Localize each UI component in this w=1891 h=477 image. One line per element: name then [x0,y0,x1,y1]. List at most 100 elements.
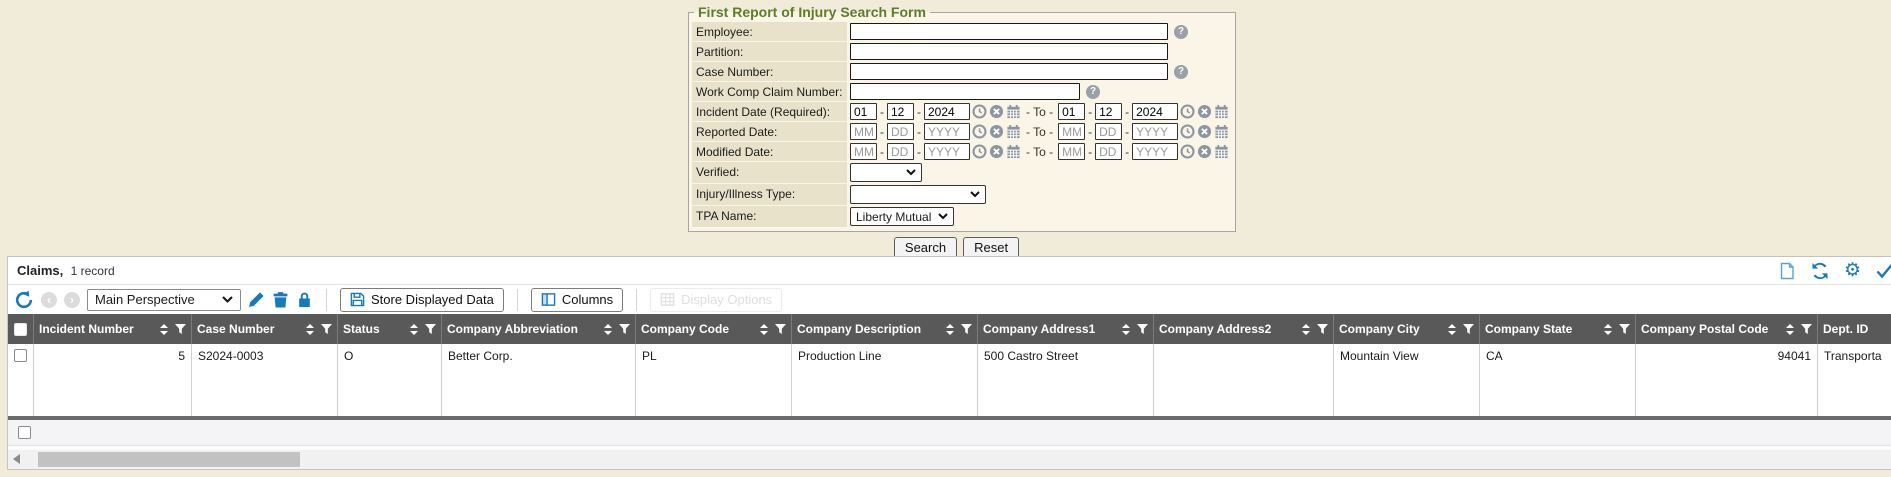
calendar-icon[interactable] [1006,144,1021,159]
help-icon[interactable]: ? [1174,25,1188,39]
work-comp-input[interactable] [850,83,1080,100]
partition-input[interactable] [850,43,1168,60]
prev-page-icon[interactable]: ‹ [41,292,57,308]
perspective-select[interactable]: Main Perspective [87,289,241,311]
claims-title-text: Claims, [17,263,63,278]
store-displayed-data-button[interactable]: Store Displayed Data [340,288,504,312]
claims-toolbar: ‹ › Main Perspective Store Displayed Dat… [8,285,1891,314]
filter-funnel-icon[interactable] [1317,324,1328,334]
help-icon[interactable]: ? [1086,85,1100,99]
help-icon[interactable]: ? [1174,65,1188,79]
modified-to-year-input[interactable] [1132,143,1178,160]
lock-icon[interactable] [296,291,313,308]
tpa-select[interactable]: Liberty Mutual [850,207,954,226]
filter-funnel-icon[interactable] [961,324,972,334]
sort-icon[interactable] [945,324,955,335]
columns-button[interactable]: Columns [531,288,623,312]
reported-from-day-input[interactable] [887,123,914,140]
sort-icon[interactable] [409,324,419,335]
clock-icon[interactable] [972,124,987,139]
modified-to-month-input[interactable] [1058,143,1085,160]
filter-funnel-icon[interactable] [1619,324,1630,334]
filter-funnel-icon[interactable] [775,324,786,334]
scroll-left-arrow-icon[interactable] [13,454,20,464]
chevron-down-icon [906,169,916,176]
perspective-select-value: Main Perspective [95,292,195,307]
clear-date-icon[interactable] [1197,124,1212,139]
filter-funnel-icon[interactable] [175,324,186,334]
incident-to-year-input[interactable] [1132,103,1178,120]
clear-date-icon[interactable] [989,144,1004,159]
injury-type-select[interactable] [850,185,986,204]
columns-icon [541,292,556,307]
clock-icon[interactable] [1180,144,1195,159]
clear-date-icon[interactable] [989,124,1004,139]
delete-trash-icon[interactable] [272,291,289,308]
clear-date-icon[interactable] [1197,104,1212,119]
reported-to-year-input[interactable] [1132,123,1178,140]
check-icon[interactable] [1876,262,1891,280]
cell-company-abbreviation: Better Corp. [442,344,636,416]
case-number-input[interactable] [850,63,1168,80]
filter-funnel-icon[interactable] [425,324,436,334]
clock-icon[interactable] [972,104,987,119]
filter-funnel-icon[interactable] [1463,324,1474,334]
incident-from-year-input[interactable] [924,103,970,120]
reported-to-day-input[interactable] [1095,123,1122,140]
gear-icon[interactable]: ⚙ [1844,262,1861,280]
clear-date-icon[interactable] [1197,144,1212,159]
reported-from-year-input[interactable] [924,123,970,140]
incident-date-label: Incident Date (Required): [692,102,847,121]
to-separator: - To - [1023,125,1056,139]
clock-icon[interactable] [1180,124,1195,139]
clock-icon[interactable] [972,144,987,159]
modified-from-year-input[interactable] [924,143,970,160]
date-dash: - [1087,105,1093,119]
clear-date-icon[interactable] [989,104,1004,119]
filter-funnel-icon[interactable] [1137,324,1148,334]
filter-funnel-icon[interactable] [321,324,332,334]
horizontal-scrollbar[interactable] [8,450,1891,469]
case-number-label: Case Number: [692,62,847,81]
sort-icon[interactable] [1447,324,1457,335]
row-checkbox[interactable] [14,349,27,362]
select-all-checkbox[interactable] [14,323,27,336]
footer-checkbox[interactable] [18,426,31,439]
modified-from-day-input[interactable] [887,143,914,160]
modified-to-day-input[interactable] [1095,143,1122,160]
new-page-icon[interactable] [1778,262,1796,280]
filter-funnel-icon[interactable] [619,324,630,334]
calendar-icon[interactable] [1006,124,1021,139]
display-options-grid-icon [660,292,675,307]
calendar-icon[interactable] [1006,104,1021,119]
table-row[interactable]: 5 S2024-0003 O Better Corp. PL Productio… [8,344,1891,416]
calendar-icon[interactable] [1214,104,1229,119]
next-page-icon[interactable]: › [64,292,80,308]
modified-from-month-input[interactable] [850,143,877,160]
incident-to-day-input[interactable] [1095,103,1122,120]
sort-icon[interactable] [603,324,613,335]
incident-to-month-input[interactable] [1058,103,1085,120]
employee-input[interactable] [850,23,1168,40]
sort-icon[interactable] [159,324,169,335]
clock-icon[interactable] [1180,104,1195,119]
sort-icon[interactable] [1121,324,1131,335]
edit-pencil-icon[interactable] [248,291,265,308]
undo-refresh-icon[interactable] [14,290,34,310]
sort-icon[interactable] [305,324,315,335]
sort-icon[interactable] [1785,324,1795,335]
tpa-row: TPA Name: Liberty Mutual [692,206,1232,227]
filter-funnel-icon[interactable] [1801,324,1812,334]
calendar-icon[interactable] [1214,144,1229,159]
sort-icon[interactable] [1301,324,1311,335]
refresh-icon[interactable] [1811,262,1829,280]
sort-icon[interactable] [759,324,769,335]
reported-to-month-input[interactable] [1058,123,1085,140]
incident-from-day-input[interactable] [887,103,914,120]
verified-select[interactable] [850,163,922,182]
calendar-icon[interactable] [1214,124,1229,139]
reported-from-month-input[interactable] [850,123,877,140]
scrollbar-thumb[interactable] [38,452,300,467]
incident-from-month-input[interactable] [850,103,877,120]
sort-icon[interactable] [1603,324,1613,335]
